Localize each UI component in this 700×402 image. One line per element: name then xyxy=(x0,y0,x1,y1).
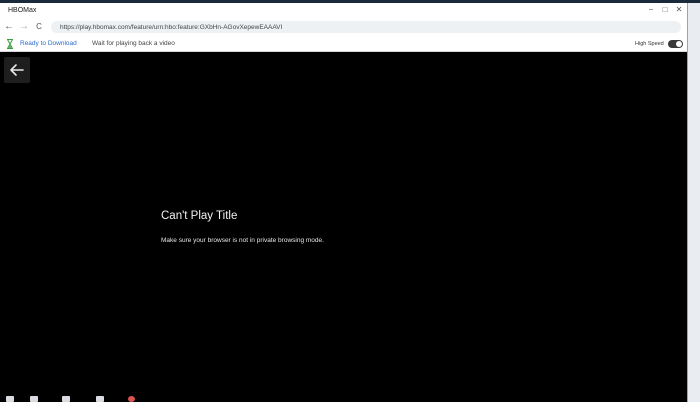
back-arrow-icon xyxy=(10,64,24,76)
nav-bar: ← → C https://play.hbomax.com/feature/ur… xyxy=(0,17,687,37)
player-back-button[interactable] xyxy=(4,57,30,83)
title-bar: HBOMax − □ ✕ xyxy=(0,3,687,17)
video-player: Can't Play Title Make sure your browser … xyxy=(0,52,687,402)
error-title: Can't Play Title xyxy=(161,210,238,222)
taskbar-app-icon[interactable] xyxy=(6,396,14,402)
high-speed-label: High Speed xyxy=(635,41,664,47)
close-button[interactable]: ✕ xyxy=(675,3,683,17)
window-controls: − □ ✕ xyxy=(647,3,683,17)
taskbar-app-icon[interactable] xyxy=(62,396,70,402)
toggle-knob xyxy=(676,41,682,47)
window-title: HBOMax xyxy=(8,6,37,14)
download-info-bar: Ready to Download Wait for playing back … xyxy=(0,37,687,52)
taskbar-app-icon[interactable] xyxy=(96,396,104,402)
hourglass-icon xyxy=(7,39,13,49)
maximize-button[interactable]: □ xyxy=(661,3,669,17)
high-speed-toggle[interactable] xyxy=(668,40,683,48)
app-window: HBOMax − □ ✕ ← → C https://play.hbomax.c… xyxy=(0,3,688,402)
address-bar[interactable]: https://play.hbomax.com/feature/urn:hbo:… xyxy=(51,21,681,33)
url-text: https://play.hbomax.com/feature/urn:hbo:… xyxy=(60,23,283,31)
reload-button[interactable]: C xyxy=(33,20,45,34)
download-status-link[interactable]: Ready to Download xyxy=(20,40,77,47)
taskbar-app-icon[interactable] xyxy=(128,396,135,402)
error-message: Make sure your browser is not in private… xyxy=(161,237,324,244)
taskbar-strip xyxy=(0,395,687,402)
taskbar-app-icon[interactable] xyxy=(30,396,38,402)
back-nav-button[interactable]: ← xyxy=(3,20,15,34)
download-message: Wait for playing back a video xyxy=(92,40,175,47)
forward-nav-button[interactable]: → xyxy=(18,20,30,34)
minimize-button[interactable]: − xyxy=(647,3,655,17)
desktop-background xyxy=(688,3,700,402)
